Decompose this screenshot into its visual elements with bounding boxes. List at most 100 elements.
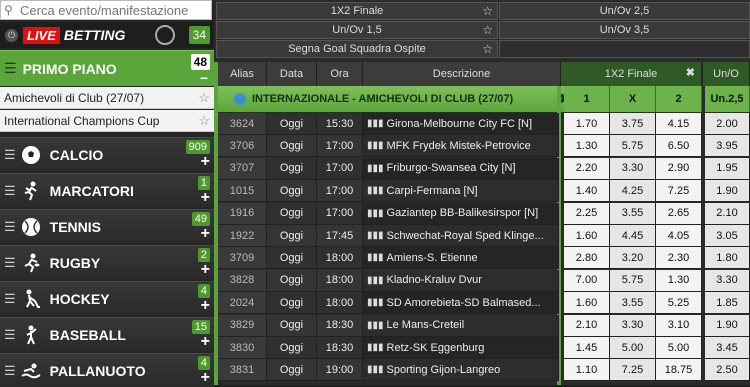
stats-icon[interactable]: ▮▮▮	[367, 342, 384, 353]
col-market-unov[interactable]: Un/O	[703, 62, 750, 86]
odd-under[interactable]: 1.90	[705, 314, 750, 337]
sport-item-pallanuoto[interactable]: ☰ PALLANUOTO 4 +	[0, 353, 214, 387]
odd-1[interactable]: 1.60	[564, 225, 610, 247]
odd-2[interactable]: 3.10	[656, 314, 702, 337]
odd-x[interactable]: 3.55	[610, 292, 656, 315]
table-row[interactable]: 1015 Oggi 17:00 ▮▮▮ Carpi-Fermana [N] 1.4…	[218, 180, 750, 203]
odd-2[interactable]: 5.25	[656, 292, 702, 315]
search-box[interactable]: ⚲	[0, 0, 212, 20]
stats-icon[interactable]: ▮▮▮	[367, 163, 384, 174]
sport-item-tennis[interactable]: ☰ TENNIS 49 +	[0, 209, 214, 243]
table-row[interactable]: 1916 Oggi 17:00 ▮▮▮ Gaziantep BB-Balikesi…	[218, 202, 750, 225]
event-cell[interactable]: ▮▮▮ Sporting Gijon-Langreo	[363, 359, 559, 382]
odd-1[interactable]: 1.10	[564, 359, 610, 382]
col-market-1x2[interactable]: 1X2 Finale ✖	[561, 62, 702, 86]
col-alias[interactable]: Alias	[218, 62, 267, 86]
expand-icon[interactable]: +	[201, 369, 210, 387]
sport-item-baseball[interactable]: ☰ BASEBALL 15 +	[0, 317, 214, 351]
odd-x[interactable]: 3.55	[610, 202, 656, 225]
stats-icon[interactable]: ▮▮▮	[367, 275, 384, 286]
search-input[interactable]	[20, 2, 210, 18]
expand-icon[interactable]: +	[201, 333, 210, 351]
odd-x[interactable]: 5.75	[610, 269, 656, 292]
subitem-amichevoli[interactable]: Amichevoli di Club (27/07) ☆	[0, 87, 214, 109]
star-icon[interactable]: ☆	[482, 42, 493, 56]
event-cell[interactable]: ▮▮▮ SD Amorebieta-SD Balmased...	[363, 292, 559, 315]
stats-icon[interactable]: ▮▮▮	[367, 208, 384, 219]
star-icon[interactable]: ☆	[482, 4, 493, 18]
odd-x[interactable]: 3.20	[610, 247, 656, 270]
table-row[interactable]: 3624 Oggi 15:30 ▮▮▮ Girona-Melbourne City…	[218, 113, 750, 135]
table-row[interactable]: 2024 Oggi 18:00 ▮▮▮ SD Amorebieta-SD Balm…	[218, 292, 750, 315]
col-descrizione[interactable]: Descrizione	[363, 62, 561, 86]
stats-icon[interactable]: ▮▮▮	[367, 320, 384, 331]
odd-2[interactable]: 7.25	[656, 180, 702, 203]
odd-under[interactable]: 3.05	[705, 225, 750, 247]
col-ora[interactable]: Ora	[317, 62, 363, 86]
odd-under[interactable]: 1.80	[705, 247, 750, 270]
star-icon[interactable]: ☆	[198, 113, 210, 129]
odd-1[interactable]: 2.20	[564, 157, 610, 180]
odd-x[interactable]: 3.30	[610, 314, 656, 337]
odd-1[interactable]: 2.10	[564, 314, 610, 337]
table-row[interactable]: 3830 Oggi 18:30 ▮▮▮ Retz-SK Eggenburg 1.4…	[218, 337, 750, 359]
expand-icon[interactable]: +	[201, 225, 210, 243]
stats-icon[interactable]: ▮▮▮	[367, 140, 384, 151]
odd-2[interactable]: 2.30	[656, 247, 702, 270]
stats-icon[interactable]: ▮▮▮	[367, 252, 384, 263]
event-cell[interactable]: ▮▮▮ Carpi-Fermana [N]	[363, 180, 559, 203]
odd-1[interactable]: 1.70	[564, 113, 610, 135]
odd-1[interactable]: 2.80	[564, 247, 610, 270]
event-cell[interactable]: ▮▮▮ Girona-Melbourne City FC [N]	[363, 113, 559, 135]
event-cell[interactable]: ▮▮▮ Schwechat-Royal Sped Klinge...	[363, 225, 559, 247]
table-row[interactable]: 3707 Oggi 17:00 ▮▮▮ Friburgo-Swansea City…	[218, 157, 750, 180]
odd-1[interactable]: 7.00	[564, 269, 610, 292]
table-row[interactable]: 3828 Oggi 18:00 ▮▮▮ Kladno-Kraluv Dvur 7.…	[218, 269, 750, 292]
odd-1[interactable]: 1.45	[564, 337, 610, 359]
odd-under[interactable]: 1.95	[705, 157, 750, 180]
odd-x[interactable]: 7.25	[610, 359, 656, 382]
odd-under[interactable]: 3.30	[705, 269, 750, 292]
odd-2[interactable]: 2.65	[656, 202, 702, 225]
odd-x[interactable]: 5.75	[610, 135, 656, 158]
odd-under[interactable]: 1.85	[705, 292, 750, 315]
filter-unov-3-5[interactable]: Un/Ov 3,5	[499, 21, 750, 39]
expand-icon[interactable]: +	[201, 189, 210, 207]
sport-item-calcio[interactable]: ☰ CALCIO 909 +	[0, 137, 214, 171]
odd-under[interactable]: 3.45	[705, 337, 750, 359]
odd-2[interactable]: 4.15	[656, 113, 702, 135]
odd-1[interactable]: 2.25	[564, 202, 610, 225]
odd-2[interactable]: 1.30	[656, 269, 702, 292]
power-icon[interactable]: ⏻	[5, 28, 18, 42]
expand-icon[interactable]: +	[201, 261, 210, 279]
sport-item-hockey[interactable]: ☰ HOCKEY 4 +	[0, 281, 214, 315]
event-cell[interactable]: ▮▮▮ Retz-SK Eggenburg	[363, 337, 559, 359]
expand-icon[interactable]: +	[201, 297, 210, 315]
table-row[interactable]: 3706 Oggi 17:00 ▮▮▮ MFK Frydek Mistek-Pet…	[218, 135, 750, 158]
filter-segna-goal-ospite[interactable]: Segna Goal Squadra Ospite ☆	[216, 40, 498, 58]
stats-icon[interactable]: ▮▮▮	[367, 364, 384, 375]
odd-under[interactable]: 1.90	[705, 180, 750, 203]
sport-item-marcatori[interactable]: ☰ MARCATORI 1 +	[0, 173, 214, 207]
competition-header[interactable]: INTERNAZIONALE - AMICHEVOLI DI CLUB (27/…	[218, 86, 576, 112]
odd-under[interactable]: 2.50	[705, 359, 750, 382]
star-icon[interactable]: ☆	[482, 23, 493, 37]
filter-unov-1-5[interactable]: Un/Ov 1,5 ☆	[216, 21, 498, 39]
odd-under[interactable]: 2.10	[705, 202, 750, 225]
expand-icon[interactable]: +	[201, 153, 210, 171]
table-row[interactable]: 3709 Oggi 18:00 ▮▮▮ Amiens-S. Etienne 2.8…	[218, 247, 750, 270]
odd-under[interactable]: 3.95	[705, 135, 750, 158]
stats-icon[interactable]: ▮▮▮	[367, 297, 384, 308]
close-icon[interactable]: ✖	[686, 66, 695, 79]
event-cell[interactable]: ▮▮▮ Friburgo-Swansea City [N]	[363, 157, 559, 180]
odd-x[interactable]: 4.45	[610, 225, 656, 247]
odd-under[interactable]: 2.00	[705, 113, 750, 135]
live-betting-bar[interactable]: ⏻ LIVE BETTING 34	[0, 22, 214, 48]
odd-x[interactable]: 3.75	[610, 113, 656, 135]
table-row[interactable]: 1922 Oggi 17:45 ▮▮▮ Schwechat-Royal Sped …	[218, 225, 750, 247]
collapse-icon[interactable]: −	[200, 70, 208, 86]
col-data[interactable]: Data	[267, 62, 317, 86]
odd-2[interactable]: 2.90	[656, 157, 702, 180]
event-cell[interactable]: ▮▮▮ Le Mans-Creteil	[363, 314, 559, 337]
event-cell[interactable]: ▮▮▮ MFK Frydek Mistek-Petrovice	[363, 135, 559, 158]
